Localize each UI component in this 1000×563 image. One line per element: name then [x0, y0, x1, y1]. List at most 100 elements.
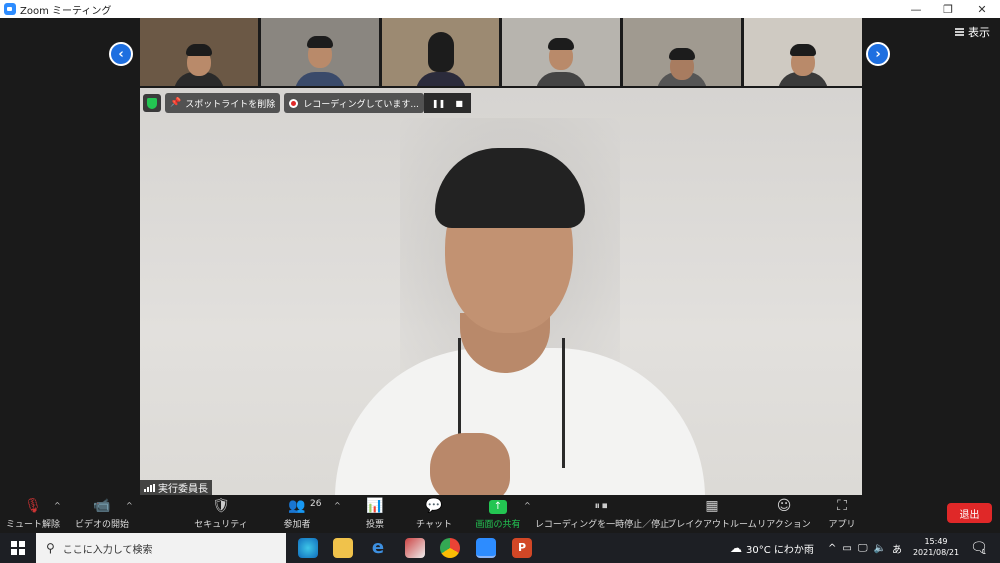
edge-icon[interactable] — [298, 538, 318, 558]
gallery-prev-button[interactable]: ‹ — [109, 42, 133, 66]
participants-button[interactable]: 👥 参加者 — [282, 495, 312, 533]
breakout-rooms-button[interactable]: ▦ ブレイクアウトルーム — [667, 495, 757, 533]
taskbar-search-input[interactable]: ⚲ ここに入力して検索 — [36, 533, 286, 563]
view-label: 表示 — [968, 26, 990, 39]
ime-indicator[interactable]: あ — [892, 541, 902, 556]
participant-thumbnail[interactable] — [140, 18, 258, 86]
volume-icon[interactable]: 🔈 — [873, 543, 885, 554]
participant-thumbnail[interactable] — [744, 18, 862, 86]
pin-icon: 📌 — [170, 98, 182, 108]
stop-recording-icon[interactable]: ■ — [455, 99, 463, 108]
video-options-caret[interactable]: ^ — [126, 501, 133, 510]
meeting-stage: ‹ › 表示 📌 スポットライトを削除 レコーディングしています... ❚❚ ■… — [0, 18, 1000, 495]
weather-text: 30°C にわか雨 — [746, 544, 814, 556]
window-title: Zoom ミーティング — [20, 5, 112, 17]
mail-app-icon[interactable] — [405, 538, 425, 558]
search-placeholder: ここに入力して検索 — [62, 544, 153, 556]
chat-button[interactable]: 💬 チャット — [416, 495, 452, 533]
video-overlay-controls: 📌 スポットライトを削除 レコーディングしています... ❚❚ ■ — [143, 93, 471, 113]
view-grid-icon — [955, 28, 964, 36]
polls-button[interactable]: 📊 投票 — [362, 495, 388, 533]
window-titlebar: Zoom ミーティング — ❐ ✕ — [0, 0, 1000, 18]
unmute-button[interactable]: 🎙 ミュート解除 — [6, 495, 61, 533]
recording-controls: ❚❚ ■ — [423, 93, 471, 113]
participants-icon: 👥 — [288, 498, 306, 514]
security-button[interactable]: 🛡 セキュリティ — [194, 495, 247, 533]
leave-button[interactable]: 退出 — [947, 503, 992, 523]
windows-taskbar: ⚲ ここに入力して検索 e P ☁ 30°C にわか雨 ^ ▭ 🖵 🔈 あ 15… — [0, 533, 1000, 563]
shield-icon: 🛡 — [212, 498, 230, 514]
share-options-caret[interactable]: ^ — [524, 501, 531, 510]
participant-thumbnail[interactable] — [623, 18, 742, 86]
record-icon — [289, 98, 299, 108]
recording-control-button[interactable]: ⏸⏹ レコーディングを一時停止／停止 — [535, 495, 669, 533]
share-screen-button[interactable]: ↑ 画面の共有 — [474, 495, 522, 533]
gallery-next-button[interactable]: › — [866, 42, 890, 66]
security-label: セキュリティ — [194, 520, 248, 530]
search-icon: ⚲ — [46, 541, 55, 555]
remove-spotlight-label: スポットライトを削除 — [185, 99, 276, 110]
speaker-name-label: 実行委員長 — [140, 480, 212, 495]
video-off-icon: 📹 — [93, 498, 111, 514]
recording-indicator: レコーディングしています... — [284, 93, 424, 113]
bar-chart-icon: 📊 — [366, 498, 384, 514]
zoom-logo-icon — [4, 3, 16, 15]
chevron-up-icon[interactable]: ^ — [828, 543, 836, 554]
polls-label: 投票 — [365, 520, 384, 530]
remove-spotlight-button[interactable]: 📌 スポットライトを削除 — [165, 93, 281, 113]
mic-muted-icon: 🎙 — [24, 498, 42, 514]
start-video-button[interactable]: 📹 ビデオの開始 — [75, 495, 130, 533]
participant-thumbnail[interactable] — [260, 18, 379, 86]
audio-options-caret[interactable]: ^ — [54, 501, 61, 510]
chat-bubble-icon: 💬 — [425, 498, 443, 514]
breakout-label: ブレイクアウトルーム — [667, 520, 757, 530]
notification-center-button[interactable]: 🗨 1 — [970, 533, 988, 563]
unmute-label: ミュート解除 — [6, 520, 61, 530]
clock-date: 2021/08/21 — [912, 548, 960, 557]
minimize-button[interactable]: — — [900, 0, 932, 18]
internet-explorer-icon[interactable]: e — [368, 538, 388, 558]
participants-count: 26 — [310, 499, 322, 509]
share-screen-label: 画面の共有 — [475, 520, 521, 530]
notification-count: 1 — [981, 548, 987, 556]
signal-strength-icon — [144, 483, 155, 492]
chat-label: チャット — [416, 520, 452, 530]
cloud-rain-icon: ☁ — [730, 541, 742, 555]
windows-logo-icon — [11, 541, 25, 555]
close-button[interactable]: ✕ — [966, 0, 998, 18]
apps-icon: ⛶ — [837, 498, 847, 514]
clock-time: 15:49 — [924, 537, 948, 546]
meeting-toolbar: 🎙 ミュート解除 ^ 📹 ビデオの開始 ^ 🛡 セキュリティ 👥 参加者 26 … — [0, 495, 1000, 533]
apps-label: アプリ — [828, 520, 856, 530]
participants-options-caret[interactable]: ^ — [334, 501, 341, 510]
encryption-shield-icon[interactable] — [143, 94, 161, 112]
system-tray: ^ ▭ 🖵 🔈 あ — [828, 533, 902, 563]
zoom-taskbar-icon[interactable] — [476, 538, 496, 558]
restore-button[interactable]: ❐ — [932, 0, 964, 18]
breakout-grid-icon: ▦ — [705, 498, 719, 514]
participants-label: 参加者 — [283, 520, 311, 530]
network-icon[interactable]: 🖵 — [858, 543, 868, 554]
smiley-plus-icon: ☺ — [776, 498, 792, 514]
battery-icon[interactable]: ▭ — [842, 543, 851, 554]
speaker-name: 実行委員長 — [158, 484, 208, 495]
start-button[interactable] — [0, 533, 36, 563]
participant-thumbnail[interactable] — [381, 18, 500, 86]
file-explorer-icon[interactable] — [333, 538, 353, 558]
view-button[interactable]: 表示 — [955, 24, 990, 40]
share-arrow-icon: ↑ — [489, 500, 507, 514]
pause-recording-icon[interactable]: ❚❚ — [432, 99, 445, 108]
taskbar-clock[interactable]: 15:49 2021/08/21 — [908, 536, 964, 558]
recording-control-label: レコーディングを一時停止／停止 — [534, 520, 670, 530]
chrome-icon[interactable] — [440, 538, 460, 558]
reactions-label: リアクション — [757, 520, 811, 530]
weather-widget[interactable]: ☁ 30°C にわか雨 — [730, 533, 814, 563]
start-video-label: ビデオの開始 — [75, 520, 130, 530]
reactions-button[interactable]: ☺ リアクション — [757, 495, 811, 533]
recording-status: レコーディングしています... — [303, 99, 419, 110]
powerpoint-icon[interactable]: P — [512, 538, 532, 558]
apps-button[interactable]: ⛶ アプリ — [828, 495, 856, 533]
pause-stop-icon: ⏸⏹ — [594, 499, 610, 512]
gallery-strip — [140, 18, 862, 86]
participant-thumbnail[interactable] — [502, 18, 621, 86]
